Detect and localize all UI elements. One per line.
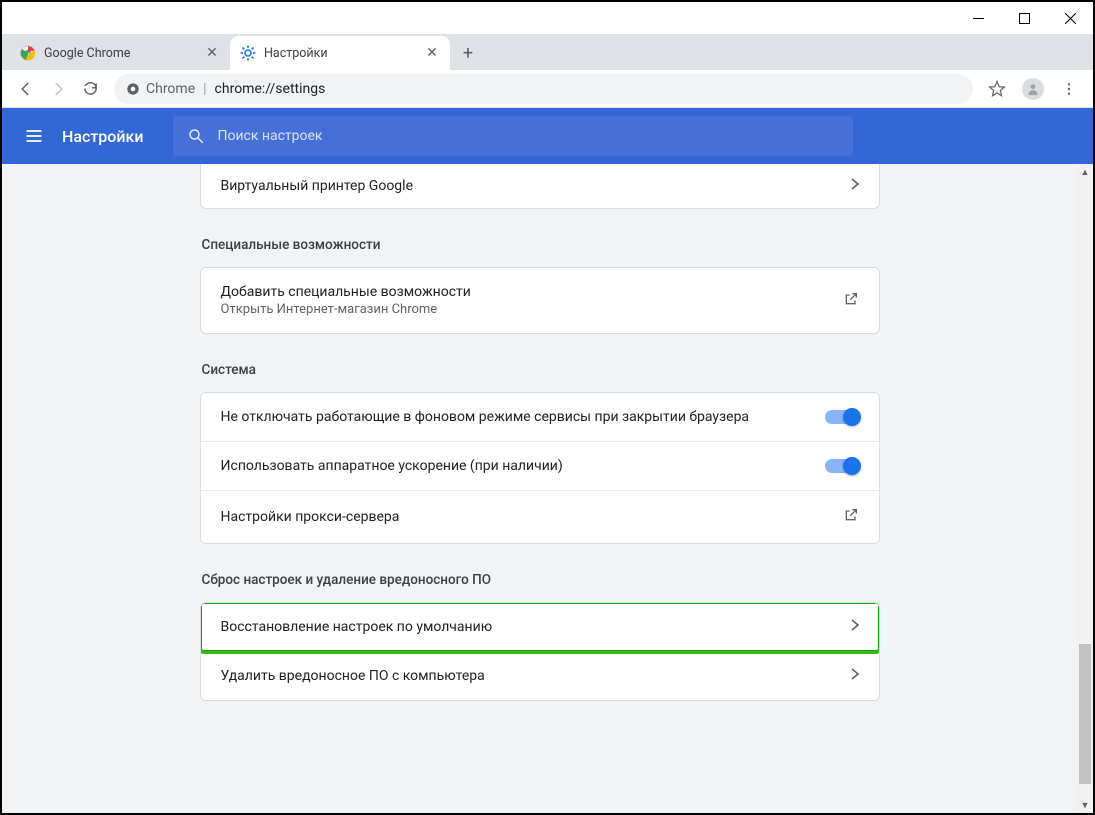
chevron-right-icon: [851, 178, 859, 194]
tab-close-icon[interactable]: ✕: [204, 45, 220, 61]
window-maximize-button[interactable]: [1001, 2, 1047, 34]
vertical-scrollbar[interactable]: ▲ ▼: [1077, 164, 1093, 813]
window-close-button[interactable]: [1047, 2, 1093, 34]
reload-button[interactable]: [74, 73, 106, 105]
row-label: Добавить специальные возможности: [221, 284, 471, 300]
row-label: Восстановление настроек по умолчанию: [221, 619, 493, 635]
row-proxy-settings[interactable]: Настройки прокси-сервера: [201, 490, 879, 543]
window-minimize-button[interactable]: [955, 2, 1001, 34]
settings-content: Виртуальный принтер Google Специальные в…: [2, 164, 1093, 813]
settings-search-input[interactable]: [217, 128, 839, 144]
scroll-down-arrow-icon[interactable]: ▼: [1077, 797, 1093, 813]
tab-google-chrome[interactable]: Google Chrome ✕: [10, 36, 230, 70]
row-label: Не отключать работающие в фоновом режиме…: [221, 409, 750, 425]
settings-title: Настройки: [62, 127, 143, 146]
back-button[interactable]: [10, 73, 42, 105]
chevron-right-icon: [851, 668, 859, 684]
reset-card: Восстановление настроек по умолчанию Уда…: [200, 602, 880, 701]
accessibility-card: Добавить специальные возможности Открыть…: [200, 267, 880, 334]
kebab-menu-icon[interactable]: [1053, 73, 1085, 105]
row-label: Виртуальный принтер Google: [221, 178, 414, 194]
row-label: Удалить вредоносное ПО с компьютера: [221, 668, 485, 684]
search-icon: [187, 127, 205, 145]
scrollbar-thumb[interactable]: [1079, 644, 1091, 784]
toggle-hardware-accel[interactable]: [825, 459, 859, 473]
hamburger-menu-icon[interactable]: [20, 122, 48, 150]
chevron-right-icon: [851, 619, 859, 635]
omnibox-separator: |: [203, 81, 206, 97]
system-card: Не отключать работающие в фоновом режиме…: [200, 392, 880, 544]
forward-button[interactable]: [42, 73, 74, 105]
tab-strip: Google Chrome ✕ Настройки ✕ +: [2, 34, 1093, 70]
address-bar[interactable]: Chrome | chrome://settings: [114, 74, 973, 104]
row-background-apps: Не отключать работающие в фоновом режиме…: [201, 393, 879, 441]
new-tab-button[interactable]: +: [454, 39, 482, 67]
chrome-logo-icon: [126, 82, 140, 96]
tab-label: Google Chrome: [44, 46, 204, 61]
gear-icon: [240, 45, 256, 61]
row-label: Настройки прокси-сервера: [221, 509, 400, 525]
settings-search[interactable]: [173, 116, 853, 156]
toggle-background-apps[interactable]: [825, 410, 859, 424]
row-add-accessibility[interactable]: Добавить специальные возможности Открыть…: [201, 268, 879, 333]
url-text: chrome://settings: [215, 81, 326, 97]
bookmark-star-icon[interactable]: [981, 73, 1013, 105]
tab-settings[interactable]: Настройки ✕: [230, 36, 450, 70]
row-sublabel: Открыть Интернет-магазин Chrome: [221, 302, 471, 317]
row-label: Использовать аппаратное ускорение (при н…: [221, 458, 563, 474]
row-cleanup-computer[interactable]: Удалить вредоносное ПО с компьютера: [201, 651, 879, 700]
browser-toolbar: Chrome | chrome://settings: [2, 70, 1093, 108]
profile-avatar-button[interactable]: [1017, 73, 1049, 105]
printing-card: Виртуальный принтер Google: [200, 164, 880, 209]
person-icon: [1026, 82, 1040, 96]
row-hardware-accel: Использовать аппаратное ускорение (при н…: [201, 441, 879, 490]
security-label: Chrome: [146, 81, 195, 97]
window-titlebar: [2, 2, 1093, 34]
chrome-favicon-icon: [20, 45, 36, 61]
row-cloud-print[interactable]: Виртуальный принтер Google: [201, 164, 879, 208]
settings-header: Настройки: [2, 108, 1093, 164]
scroll-up-arrow-icon[interactable]: ▲: [1077, 164, 1093, 180]
section-title-system: Система: [202, 362, 880, 378]
section-title-reset: Сброс настроек и удаление вредоносного П…: [202, 572, 880, 588]
tab-close-icon[interactable]: ✕: [424, 45, 440, 61]
tab-label: Настройки: [264, 46, 424, 61]
external-link-icon: [843, 291, 859, 311]
external-link-icon: [843, 507, 859, 527]
section-title-accessibility: Специальные возможности: [202, 237, 880, 253]
row-restore-defaults[interactable]: Восстановление настроек по умолчанию: [201, 603, 879, 651]
site-identity-chip[interactable]: Chrome: [126, 81, 195, 97]
